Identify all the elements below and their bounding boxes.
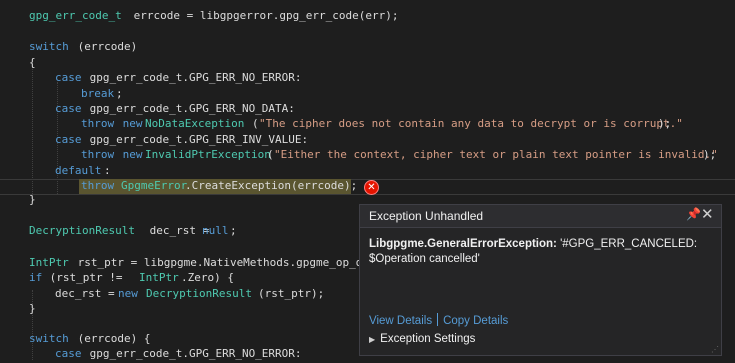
code-token: .CreateException(errcode); — [185, 179, 358, 192]
code-token: gpg_err_code_t.GPG_ERR_NO_DATA: — [83, 102, 295, 115]
close-icon[interactable]: ✕ — [701, 205, 714, 223]
code-token: new — [118, 287, 138, 300]
code-token: ( — [252, 117, 259, 130]
code-token: "The cipher does not contain any data to… — [259, 117, 683, 130]
code-token: IntPtr — [139, 271, 179, 284]
pin-icon[interactable]: 📌 — [686, 207, 701, 221]
exception-popup-header: Exception Unhandled 📌 ✕ — [360, 205, 721, 228]
code-token: ); — [703, 148, 717, 161]
exception-settings-label: Exception Settings — [380, 333, 476, 345]
code-token: break — [81, 87, 115, 100]
code-token: InvalidPtrException — [145, 148, 271, 161]
link-separator — [437, 313, 439, 326]
code-token: throw — [81, 117, 115, 130]
code-token: case — [55, 133, 82, 146]
exception-settings-expander[interactable]: ▶ Exception Settings — [369, 333, 475, 345]
code-token: if — [29, 271, 43, 284]
code-token: NoDataException — [145, 117, 245, 130]
code-token: (rst_ptr); — [258, 287, 325, 300]
exception-popup-title: Exception Unhandled — [369, 209, 484, 223]
code-token: gpg_err_code_t.GPG_ERR_INV_VALUE: — [83, 133, 309, 146]
code-token: IntPtr — [29, 256, 69, 269]
code-token: errcode = libgpgerror.gpg_err_code(err); — [127, 9, 399, 22]
code-token: switch — [29, 332, 69, 345]
code-token: .Zero) { — [181, 271, 234, 284]
code-token: case — [55, 102, 82, 115]
code-token: DecryptionResult — [146, 287, 252, 300]
code-token: "Either the context, cipher text or plai… — [274, 148, 718, 161]
code-token: default — [55, 164, 102, 177]
exception-type: Libgpgme.GeneralErrorException: — [369, 238, 557, 250]
code-token: throw — [81, 148, 115, 161]
code-token: { — [29, 56, 36, 69]
code-token: switch — [29, 40, 69, 53]
code-token: gpg_err_code_t.GPG_ERR_NO_ERROR: — [83, 71, 302, 84]
code-token: : — [104, 164, 111, 177]
code-token: ; — [230, 224, 237, 237]
code-token: dec_rst = — [55, 287, 122, 300]
code-token: (errcode) — [71, 40, 138, 53]
code-token: gpg_err_code_t — [29, 9, 122, 22]
copy-details-link[interactable]: Copy Details — [443, 315, 508, 327]
exception-popup: Exception Unhandled 📌 ✕ Libgpgme.General… — [359, 204, 722, 356]
view-details-link[interactable]: View Details — [369, 315, 432, 327]
resize-grip-icon[interactable]: ⋰ — [711, 345, 719, 354]
error-icon[interactable]: ✕ — [364, 180, 379, 195]
code-token: gpg_err_code_t.GPG_ERR_NO_ERROR: — [83, 347, 302, 360]
exception-links: View Details Copy Details — [369, 313, 508, 327]
chevron-right-icon: ▶ — [369, 335, 376, 344]
code-token: } — [29, 193, 36, 206]
code-token: case — [55, 347, 82, 360]
code-token: throw — [81, 179, 115, 192]
code-token: GpgmeError — [121, 179, 188, 192]
code-token: (errcode) { — [71, 332, 151, 345]
code-token: ); — [658, 117, 672, 130]
code-token: ; — [116, 87, 123, 100]
code-token: } — [29, 302, 36, 315]
code-token: case — [55, 71, 82, 84]
code-token: ( — [267, 148, 274, 161]
code-token: null — [202, 224, 229, 237]
exception-message: Libgpgme.GeneralErrorException: '#GPG_ER… — [369, 237, 714, 267]
code-token: rst_ptr = libgpgme.NativeMethods.gpgme_o… — [71, 256, 376, 269]
code-token: (rst_ptr != — [43, 271, 130, 284]
code-token: DecryptionResult — [29, 224, 135, 237]
